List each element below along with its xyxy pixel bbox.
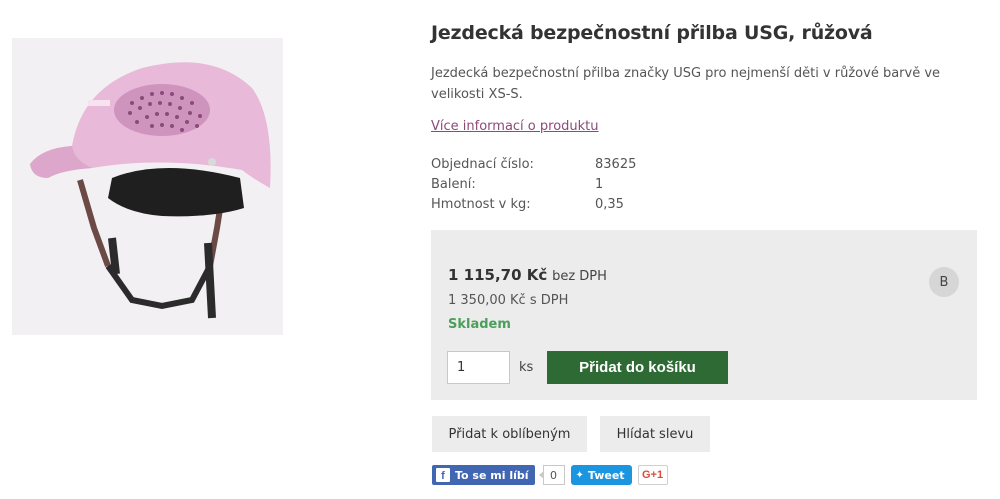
price-without-vat: 1 115,70 Kč bez DPH — [448, 266, 607, 284]
spec-label: Hmotnost v kg: — [431, 197, 531, 212]
spec-row-order-number: Objednací číslo: 83625 — [431, 155, 636, 175]
price-with-vat: 1 350,00 Kč s DPH — [448, 293, 569, 308]
price-suffix: bez DPH — [552, 269, 607, 284]
twitter-bird-icon: ✦ — [575, 469, 584, 481]
facebook-icon: f — [436, 468, 450, 482]
spec-row-weight: Hmotnost v kg: 0,35 — [431, 195, 636, 215]
product-image[interactable] — [12, 38, 283, 335]
add-to-favorites-button[interactable]: Přidat k oblíbeným — [432, 416, 587, 452]
spec-value: 83625 — [595, 157, 637, 172]
add-to-cart-button[interactable]: Přidat do košíku — [547, 351, 728, 384]
tweet-label: Tweet — [587, 468, 625, 482]
watch-discount-button[interactable]: Hlídat slevu — [600, 416, 710, 452]
product-title: Jezdecká bezpečnostní přilba USG, růžová — [431, 22, 873, 44]
quantity-unit: ks — [519, 360, 534, 375]
product-description: Jezdecká bezpečnostní přilba značky USG … — [431, 66, 941, 102]
google-plus-button[interactable]: G+1 — [637, 465, 668, 485]
stock-status: Skladem — [448, 317, 511, 332]
spec-value: 1 — [595, 177, 604, 192]
quantity-input[interactable] — [447, 351, 510, 384]
facebook-like-count: 0 — [538, 465, 565, 485]
more-info-link[interactable]: Více informací o produktu — [431, 119, 599, 134]
spec-value: 0,35 — [595, 197, 624, 212]
price-panel: 1 115,70 Kč bez DPH 1 350,00 Kč s DPH Sk… — [431, 230, 977, 400]
facebook-like-label: To se mi líbí — [455, 468, 529, 482]
social-share-bar: f To se mi líbí 0 ✦ Tweet G+1 — [432, 464, 668, 486]
spec-row-packaging: Balení: 1 — [431, 175, 636, 195]
product-specs: Objednací číslo: 83625 Balení: 1 Hmotnos… — [431, 155, 636, 215]
helmet-image — [12, 38, 283, 335]
price-amount: 1 115,70 Kč — [448, 266, 548, 284]
tweet-button[interactable]: ✦ Tweet — [570, 465, 632, 485]
spec-label: Balení: — [431, 177, 476, 192]
facebook-like-button[interactable]: f To se mi líbí — [432, 465, 535, 485]
spec-label: Objednací číslo: — [431, 157, 534, 172]
availability-badge: B — [929, 267, 959, 297]
